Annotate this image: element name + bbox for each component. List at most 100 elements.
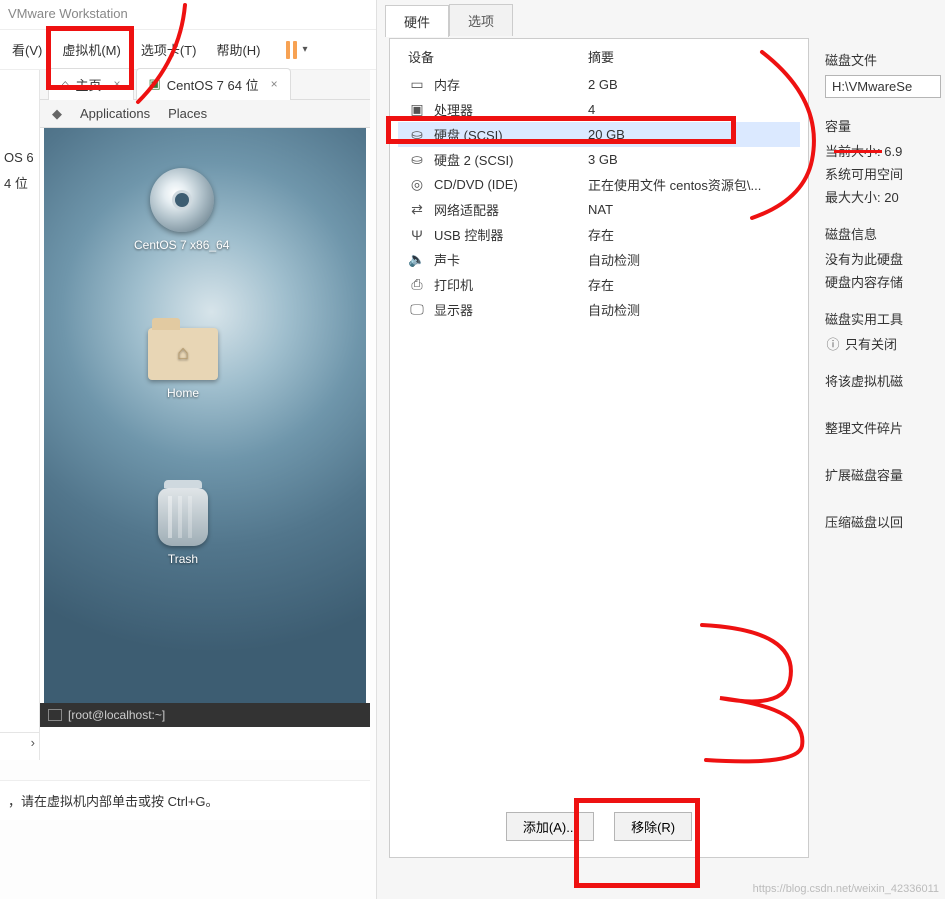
device-name: USB 控制器: [434, 225, 503, 244]
close-icon[interactable]: ×: [271, 77, 278, 91]
hardware-buttons: 添加(A)... 移除(R): [390, 812, 808, 841]
scroll-right-button[interactable]: ›: [0, 732, 39, 752]
device-summary: 自动检测: [588, 250, 640, 269]
vm-settings-dialog: 硬件 选项 设备 摘要 ▭内存2 GB▣处理器4⛀硬盘 (SCSI)20 GB⛀…: [376, 0, 945, 899]
settings-tabstrip: 硬件 选项: [377, 4, 945, 36]
disk-info-1: 没有为此硬盘: [825, 249, 941, 268]
device-name: 硬盘 (SCSI): [434, 125, 503, 144]
chevron-down-icon[interactable]: ▾: [303, 44, 308, 55]
home-icon: ⌂: [61, 76, 69, 92]
device-name: 处理器: [434, 100, 473, 119]
util-compress: 压缩磁盘以回: [825, 512, 941, 531]
menu-tabs[interactable]: 选项卡(T): [133, 34, 205, 65]
hardware-row[interactable]: 🔈 声卡 自动检测: [398, 247, 800, 272]
trash-icon: [158, 488, 208, 546]
hardware-row[interactable]: 🖵 显示器 自动检测: [398, 297, 800, 322]
sound-icon: 🔈: [408, 251, 426, 268]
left-panel: OS 6 4 位 ›: [0, 70, 40, 760]
device-summary: NAT: [588, 202, 613, 217]
menu-view[interactable]: 看(V): [4, 34, 50, 65]
device-name: 内存: [434, 75, 460, 94]
hint-text: ，请在虚拟机内部单击或按 Ctrl+G。: [0, 780, 370, 820]
disk-icon: ⛀: [408, 126, 426, 143]
tab-home[interactable]: ⌂ 主页 ×: [48, 68, 134, 102]
add-button[interactable]: 添加(A)...: [506, 812, 594, 841]
printer-icon: ⎙: [408, 276, 426, 293]
left-item[interactable]: OS 6: [4, 150, 35, 165]
device-name: 网络适配器: [434, 200, 499, 219]
terminal-icon[interactable]: [48, 709, 62, 721]
tab-home-label: 主页: [75, 75, 101, 94]
vm-desktop[interactable]: CentOS 7 x86_64 Home Trash: [44, 128, 366, 703]
device-name: 打印机: [434, 275, 473, 294]
tab-vm-label: CentOS 7 64 位: [167, 75, 259, 94]
disk-icon: ⛀: [408, 151, 426, 168]
watermark: https://blog.csdn.net/weixin_42336011: [753, 883, 939, 895]
device-name: CD/DVD (IDE): [434, 177, 518, 192]
device-summary: 2 GB: [588, 77, 618, 92]
disk-file-field[interactable]: H:\VMwareSe: [825, 75, 941, 98]
device-summary: 正在使用文件 centos资源包\...: [588, 175, 761, 194]
menu-help[interactable]: 帮助(H): [208, 34, 268, 65]
hardware-row[interactable]: ▣处理器4: [398, 97, 800, 122]
disc-icon: [150, 168, 214, 232]
hardware-row[interactable]: ▭内存2 GB: [398, 72, 800, 97]
tab-options[interactable]: 选项: [449, 4, 513, 36]
disc-label: CentOS 7 x86_64: [134, 238, 229, 252]
hardware-list: ▭内存2 GB▣处理器4⛀硬盘 (SCSI)20 GB⛀硬盘 2 (SCSI)3…: [390, 72, 808, 322]
hardware-row[interactable]: ◎ CD/DVD (IDE) 正在使用文件 centos资源包\...: [398, 172, 800, 197]
device-summary: 存在: [588, 225, 614, 244]
hardware-row[interactable]: ⇄ 网络适配器 NAT: [398, 197, 800, 222]
capacity-label: 容量: [825, 116, 941, 135]
tab-hardware[interactable]: 硬件: [385, 5, 449, 37]
vm-icon: ▣: [149, 76, 161, 92]
trash-desktop-icon[interactable]: Trash: [158, 488, 208, 566]
menu-vm[interactable]: 虚拟机(M): [54, 34, 129, 65]
free-space: 系统可用空间: [825, 164, 941, 183]
util-map: 将该虚拟机磁: [825, 371, 941, 390]
current-size: 当前大小: 6.9: [825, 141, 941, 160]
util-expand: 扩展磁盘容量: [825, 465, 941, 484]
hardware-row[interactable]: ⛀ 硬盘 2 (SCSI) 3 GB: [398, 147, 800, 172]
hardware-row[interactable]: ΨUSB 控制器存在: [398, 222, 800, 247]
header-summary: 摘要: [588, 47, 614, 66]
close-icon[interactable]: ×: [113, 77, 120, 91]
home-desktop-icon[interactable]: Home: [148, 328, 218, 400]
device-name: 声卡: [434, 250, 460, 269]
util-defrag: 整理文件碎片: [825, 418, 941, 437]
folder-icon: [148, 328, 218, 380]
device-summary: 自动检测: [588, 300, 640, 319]
tab-strip: ⌂ 主页 × ▣ CentOS 7 64 位 ×: [40, 70, 370, 100]
hardware-row[interactable]: ⎙ 打印机 存在: [398, 272, 800, 297]
device-summary: 3 GB: [588, 152, 618, 167]
device-name: 硬盘 2 (SCSI): [434, 150, 513, 169]
cd-icon: ◎: [408, 176, 426, 193]
disc-desktop-icon[interactable]: CentOS 7 x86_64: [134, 168, 229, 252]
gnome-top-bar: ◆ Applications Places: [40, 100, 370, 128]
applications-icon: ◆: [52, 106, 62, 122]
terminal-title[interactable]: [root@localhost:~]: [68, 708, 165, 722]
tab-vm[interactable]: ▣ CentOS 7 64 位 ×: [136, 68, 291, 102]
left-item[interactable]: 4 位: [4, 173, 35, 192]
disk-info-2: 硬盘内容存储: [825, 272, 941, 291]
utilities-label: 磁盘实用工具: [825, 309, 941, 328]
device-name: 显示器: [434, 300, 473, 319]
pause-icon[interactable]: ▾: [283, 41, 308, 59]
max-size: 最大大小: 20: [825, 187, 941, 206]
cpu-icon: ▣: [408, 101, 426, 118]
device-summary: 20 GB: [588, 127, 625, 142]
hardware-panel: 设备 摘要 ▭内存2 GB▣处理器4⛀硬盘 (SCSI)20 GB⛀硬盘 2 (…: [389, 38, 809, 858]
network-icon: ⇄: [408, 201, 426, 218]
info-icon: ⓘ: [825, 334, 841, 353]
header-device: 设备: [408, 47, 588, 66]
device-summary: 存在: [588, 275, 614, 294]
hardware-row[interactable]: ⛀ 硬盘 (SCSI) 20 GB: [398, 122, 800, 147]
gnome-taskbar: [root@localhost:~]: [40, 703, 370, 727]
gnome-applications[interactable]: Applications: [80, 106, 150, 121]
trash-label: Trash: [158, 552, 208, 566]
gnome-places[interactable]: Places: [168, 106, 207, 121]
hardware-header: 设备 摘要: [390, 39, 808, 72]
disk-file-label: 磁盘文件: [825, 50, 941, 69]
remove-button[interactable]: 移除(R): [614, 812, 692, 841]
display-icon: 🖵: [408, 301, 426, 318]
